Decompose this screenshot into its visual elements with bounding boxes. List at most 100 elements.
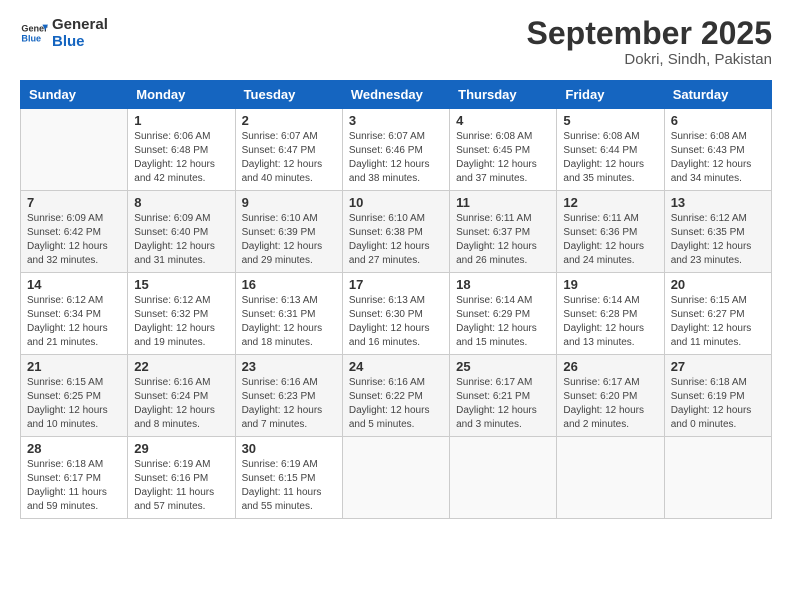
day-number: 21	[27, 359, 121, 374]
day-info: Sunrise: 6:13 AM Sunset: 6:30 PM Dayligh…	[349, 294, 443, 350]
day-number: 29	[134, 441, 228, 456]
day-number: 30	[242, 441, 336, 456]
day-info: Sunrise: 6:12 AM Sunset: 6:34 PM Dayligh…	[27, 294, 121, 350]
day-info: Sunrise: 6:12 AM Sunset: 6:35 PM Dayligh…	[671, 212, 765, 268]
day-number: 10	[349, 195, 443, 210]
calendar-cell: 20 Sunrise: 6:15 AM Sunset: 6:27 PM Dayli…	[664, 273, 771, 355]
logo: General Blue General Blue	[20, 16, 108, 51]
day-number: 3	[349, 113, 443, 128]
calendar-cell: 10 Sunrise: 6:10 AM Sunset: 6:38 PM Dayli…	[342, 191, 449, 273]
day-info: Sunrise: 6:17 AM Sunset: 6:20 PM Dayligh…	[563, 376, 657, 432]
day-info: Sunrise: 6:10 AM Sunset: 6:38 PM Dayligh…	[349, 212, 443, 268]
day-number: 5	[563, 113, 657, 128]
day-number: 11	[456, 195, 550, 210]
calendar-cell: 18Sunrise: 6:14 AM Sunset: 6:29 PM Dayli…	[450, 273, 557, 355]
day-info: Sunrise: 6:14 AM Sunset: 6:28 PM Dayligh…	[563, 294, 657, 350]
calendar-cell: 12 Sunrise: 6:11 AM Sunset: 6:36 PM Dayli…	[557, 191, 664, 273]
day-number: 1	[134, 113, 228, 128]
calendar-week-5: 28 Sunrise: 6:18 AM Sunset: 6:17 PM Dayli…	[21, 437, 772, 519]
day-number: 19	[563, 277, 657, 292]
calendar-cell: 16Sunrise: 6:13 AM Sunset: 6:31 PM Dayli…	[235, 273, 342, 355]
day-info: Sunrise: 6:15 AM Sunset: 6:27 PM Dayligh…	[671, 294, 765, 350]
calendar-cell: 30 Sunrise: 6:19 AM Sunset: 6:15 PM Dayli…	[235, 437, 342, 519]
calendar-cell: 17 Sunrise: 6:13 AM Sunset: 6:30 PM Dayli…	[342, 273, 449, 355]
day-info: Sunrise: 6:12 AM Sunset: 6:32 PM Dayligh…	[134, 294, 228, 350]
day-number: 28	[27, 441, 121, 456]
day-number: 24	[349, 359, 443, 374]
day-number: 6	[671, 113, 765, 128]
day-number: 17	[349, 277, 443, 292]
day-number: 27	[671, 359, 765, 374]
day-info: Sunrise: 6:11 AM Sunset: 6:36 PM Dayligh…	[563, 212, 657, 268]
calendar-week-1: 1 Sunrise: 6:06 AM Sunset: 6:48 PM Daylig…	[21, 109, 772, 191]
svg-text:Blue: Blue	[21, 34, 41, 44]
calendar-cell: 4 Sunrise: 6:08 AM Sunset: 6:45 PM Daylig…	[450, 109, 557, 191]
calendar-cell: 23 Sunrise: 6:16 AM Sunset: 6:23 PM Dayli…	[235, 355, 342, 437]
day-info: Sunrise: 6:09 AM Sunset: 6:40 PM Dayligh…	[134, 212, 228, 268]
day-info: Sunrise: 6:18 AM Sunset: 6:17 PM Dayligh…	[27, 458, 121, 514]
day-info: Sunrise: 6:08 AM Sunset: 6:45 PM Dayligh…	[456, 130, 550, 186]
day-info: Sunrise: 6:17 AM Sunset: 6:21 PM Dayligh…	[456, 376, 550, 432]
day-number: 13	[671, 195, 765, 210]
day-info: Sunrise: 6:06 AM Sunset: 6:48 PM Dayligh…	[134, 130, 228, 186]
day-number: 7	[27, 195, 121, 210]
page: General Blue General Blue September 2025…	[0, 0, 792, 612]
calendar-cell: 9Sunrise: 6:10 AM Sunset: 6:39 PM Daylig…	[235, 191, 342, 273]
header: General Blue General Blue September 2025…	[20, 16, 772, 68]
logo-icon: General Blue	[20, 19, 48, 47]
subtitle: Dokri, Sindh, Pakistan	[527, 51, 772, 68]
day-number: 2	[242, 113, 336, 128]
day-info: Sunrise: 6:19 AM Sunset: 6:16 PM Dayligh…	[134, 458, 228, 514]
logo-line2: Blue	[52, 33, 108, 50]
calendar-cell: 11 Sunrise: 6:11 AM Sunset: 6:37 PM Dayli…	[450, 191, 557, 273]
day-number: 16	[242, 277, 336, 292]
calendar-cell: 22 Sunrise: 6:16 AM Sunset: 6:24 PM Dayli…	[128, 355, 235, 437]
day-number: 20	[671, 277, 765, 292]
day-info: Sunrise: 6:19 AM Sunset: 6:15 PM Dayligh…	[242, 458, 336, 514]
day-number: 8	[134, 195, 228, 210]
calendar-cell: 15Sunrise: 6:12 AM Sunset: 6:32 PM Dayli…	[128, 273, 235, 355]
day-number: 18	[456, 277, 550, 292]
day-number: 12	[563, 195, 657, 210]
title-block: September 2025 Dokri, Sindh, Pakistan	[527, 16, 772, 68]
calendar-cell	[664, 437, 771, 519]
calendar-week-4: 21 Sunrise: 6:15 AM Sunset: 6:25 PM Dayli…	[21, 355, 772, 437]
header-cell-tuesday: Tuesday	[235, 81, 342, 109]
calendar-cell: 2 Sunrise: 6:07 AM Sunset: 6:47 PM Daylig…	[235, 109, 342, 191]
day-info: Sunrise: 6:16 AM Sunset: 6:24 PM Dayligh…	[134, 376, 228, 432]
day-info: Sunrise: 6:15 AM Sunset: 6:25 PM Dayligh…	[27, 376, 121, 432]
logo-line1: General	[52, 16, 108, 33]
calendar-cell: 25 Sunrise: 6:17 AM Sunset: 6:21 PM Dayli…	[450, 355, 557, 437]
calendar-cell: 6Sunrise: 6:08 AM Sunset: 6:43 PM Daylig…	[664, 109, 771, 191]
day-number: 23	[242, 359, 336, 374]
day-number: 14	[27, 277, 121, 292]
calendar-cell: 13 Sunrise: 6:12 AM Sunset: 6:35 PM Dayli…	[664, 191, 771, 273]
calendar-cell	[557, 437, 664, 519]
calendar-cell: 19 Sunrise: 6:14 AM Sunset: 6:28 PM Dayli…	[557, 273, 664, 355]
calendar-week-3: 14 Sunrise: 6:12 AM Sunset: 6:34 PM Dayli…	[21, 273, 772, 355]
calendar-cell: 1 Sunrise: 6:06 AM Sunset: 6:48 PM Daylig…	[128, 109, 235, 191]
day-number: 26	[563, 359, 657, 374]
day-info: Sunrise: 6:07 AM Sunset: 6:46 PM Dayligh…	[349, 130, 443, 186]
header-row: SundayMondayTuesdayWednesdayThursdayFrid…	[21, 81, 772, 109]
header-cell-wednesday: Wednesday	[342, 81, 449, 109]
header-cell-sunday: Sunday	[21, 81, 128, 109]
day-number: 25	[456, 359, 550, 374]
day-info: Sunrise: 6:08 AM Sunset: 6:44 PM Dayligh…	[563, 130, 657, 186]
day-info: Sunrise: 6:10 AM Sunset: 6:39 PM Dayligh…	[242, 212, 336, 268]
calendar-table: SundayMondayTuesdayWednesdayThursdayFrid…	[20, 80, 772, 519]
day-number: 4	[456, 113, 550, 128]
day-info: Sunrise: 6:16 AM Sunset: 6:23 PM Dayligh…	[242, 376, 336, 432]
header-cell-friday: Friday	[557, 81, 664, 109]
day-info: Sunrise: 6:07 AM Sunset: 6:47 PM Dayligh…	[242, 130, 336, 186]
calendar-cell: 3 Sunrise: 6:07 AM Sunset: 6:46 PM Daylig…	[342, 109, 449, 191]
day-info: Sunrise: 6:18 AM Sunset: 6:19 PM Dayligh…	[671, 376, 765, 432]
header-cell-monday: Monday	[128, 81, 235, 109]
day-info: Sunrise: 6:11 AM Sunset: 6:37 PM Dayligh…	[456, 212, 550, 268]
calendar-cell: 7Sunrise: 6:09 AM Sunset: 6:42 PM Daylig…	[21, 191, 128, 273]
calendar-cell: 21 Sunrise: 6:15 AM Sunset: 6:25 PM Dayli…	[21, 355, 128, 437]
calendar-cell: 28 Sunrise: 6:18 AM Sunset: 6:17 PM Dayli…	[21, 437, 128, 519]
header-cell-thursday: Thursday	[450, 81, 557, 109]
day-number: 22	[134, 359, 228, 374]
calendar-cell: 29 Sunrise: 6:19 AM Sunset: 6:16 PM Dayli…	[128, 437, 235, 519]
